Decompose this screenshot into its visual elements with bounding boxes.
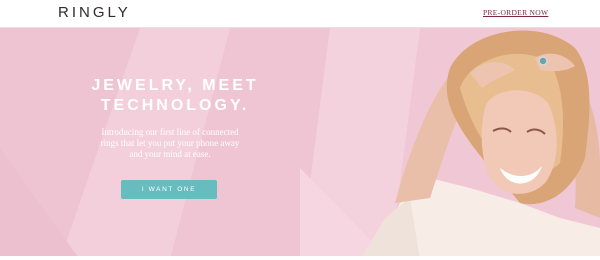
hero-banner: JEWELRY, MEET TECHNOLOGY. Introducing ou… (0, 28, 600, 260)
preorder-link[interactable]: PRE-ORDER NOW (483, 8, 548, 17)
ringly-logo[interactable]: RINGLY (58, 4, 131, 21)
woman-photo (360, 30, 600, 260)
page-bottom-edge (0, 256, 600, 260)
site-header: RINGLY PRE-ORDER NOW (0, 0, 600, 28)
